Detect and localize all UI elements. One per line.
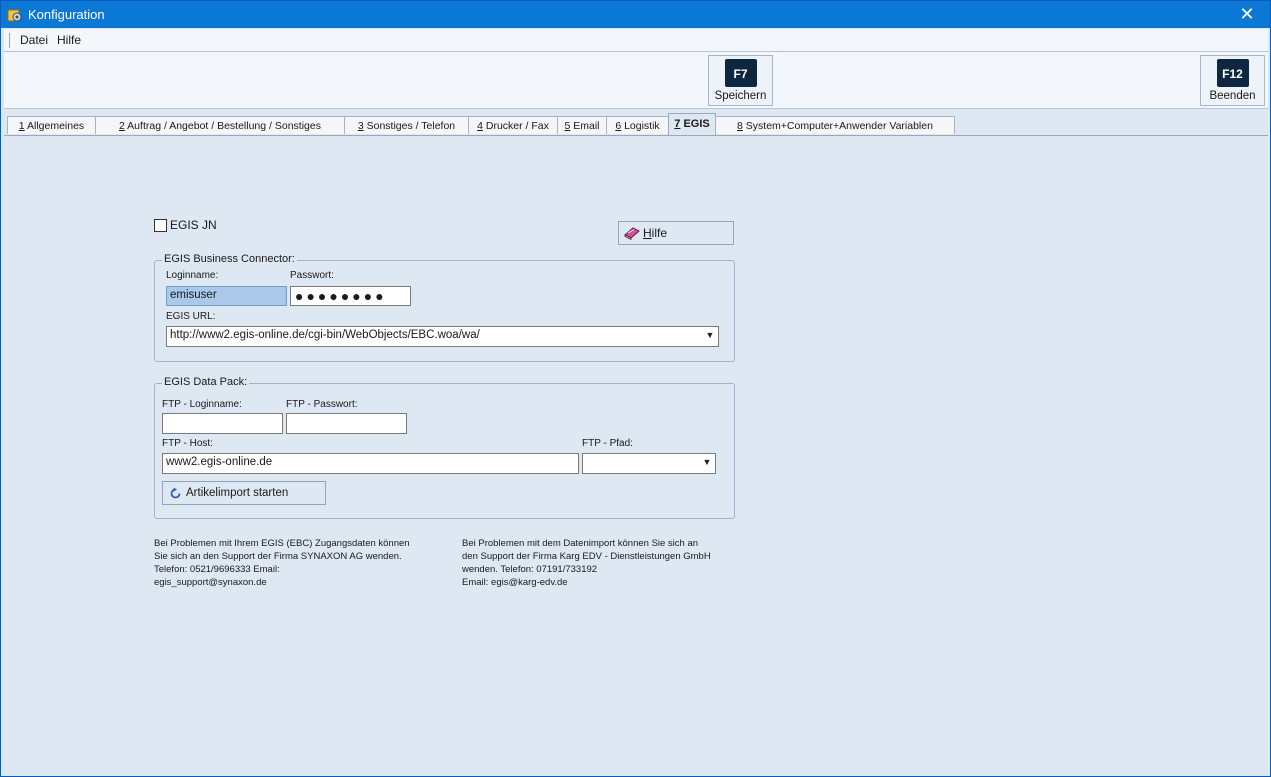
karg-support-note: Bei Problemen mit dem Datenimport können… <box>462 538 711 588</box>
tab-strip: 1 Allgemeines 2 Auftrag / Angebot / Best… <box>4 109 1268 136</box>
tab-label: Email <box>570 120 600 132</box>
business-connector-group: EGIS Business Connector: Loginname: Pass… <box>154 253 735 362</box>
tab-logistik[interactable]: 6 Logistik <box>606 116 669 134</box>
url-dropdown-icon[interactable]: ▼ <box>702 327 718 346</box>
config-window: Konfiguration ✕ Datei Hilfe F7 Speichern… <box>0 0 1271 777</box>
business-connector-legend: EGIS Business Connector: <box>162 253 297 265</box>
ftp-path-select[interactable]: ▼ <box>582 453 716 474</box>
app-gear-icon <box>7 9 22 22</box>
tab-label: Logistik <box>621 120 660 132</box>
exit-button[interactable]: F12 Beenden <box>1200 55 1265 106</box>
tab-drucker-fax[interactable]: 4 Drucker / Fax <box>468 116 558 134</box>
ftp-login-input[interactable] <box>162 413 283 434</box>
tab-allgemeines[interactable]: 1 Allgemeines <box>7 116 96 134</box>
tab-label: Sonstiges / Telefon <box>363 120 456 132</box>
url-label: EGIS URL: <box>166 311 216 322</box>
save-button[interactable]: F7 Speichern <box>708 55 773 106</box>
toolbar: F7 Speichern F12 Beenden <box>4 52 1268 109</box>
exit-label: Beenden <box>1209 90 1256 102</box>
menu-grip <box>9 33 13 48</box>
ftp-host-label: FTP - Host: <box>162 438 213 449</box>
login-label: Loginname: <box>166 270 219 281</box>
window-title: Konfiguration <box>28 7 105 22</box>
password-input[interactable]: ●●●●●●●● <box>290 286 411 306</box>
help-button[interactable]: Hilfe <box>618 221 734 245</box>
ftp-host-input[interactable]: www2.egis-online.de <box>162 453 579 474</box>
close-icon[interactable]: ✕ <box>1224 1 1270 28</box>
tab-sonstiges-telefon[interactable]: 3 Sonstiges / Telefon <box>344 116 469 134</box>
ftp-password-label: FTP - Passwort: <box>286 399 358 410</box>
ftp-host-value: www2.egis-online.de <box>166 456 273 468</box>
tab-system-variablen[interactable]: 8 System+Computer+Anwender Variablen <box>715 116 955 134</box>
egis-jn-checkbox[interactable] <box>154 219 167 232</box>
f12-key-icon: F12 <box>1216 59 1249 87</box>
tab-label: System+Computer+Anwender Variablen <box>742 120 933 132</box>
password-dots: ●●●●●●●● <box>295 288 387 304</box>
save-label: Speichern <box>714 90 767 102</box>
tab-label: Drucker / Fax <box>482 120 549 132</box>
ftp-path-dropdown-icon[interactable]: ▼ <box>699 454 715 473</box>
tab-egis[interactable]: 7 EGIS <box>668 113 716 135</box>
tab-auftrag[interactable]: 2 Auftrag / Angebot / Bestellung / Sonst… <box>95 116 345 134</box>
refresh-icon <box>170 487 181 499</box>
menu-bar: Datei Hilfe <box>4 29 1268 52</box>
egis-jn-label: EGIS JN <box>170 218 217 232</box>
url-value: http://www2.egis-online.de/cgi-bin/WebOb… <box>170 329 480 341</box>
article-import-label: Artikelimport starten <box>186 487 289 499</box>
ftp-password-input[interactable] <box>286 413 407 434</box>
tab-label: Auftrag / Angebot / Bestellung / Sonstig… <box>124 120 321 132</box>
article-import-button[interactable]: Artikelimport starten <box>162 481 326 505</box>
help-rest: ilfe <box>651 226 668 240</box>
book-icon <box>624 227 640 240</box>
ftp-login-label: FTP - Loginname: <box>162 399 242 410</box>
title-bar: Konfiguration ✕ <box>1 1 1270 28</box>
url-select[interactable]: http://www2.egis-online.de/cgi-bin/WebOb… <box>166 326 719 347</box>
synaxon-support-note: Bei Problemen mit Ihrem EGIS (EBC) Zugan… <box>154 538 410 588</box>
login-value: emisuser <box>170 289 217 301</box>
help-accel: H <box>643 226 652 240</box>
egis-panel: EGIS JN Hilfe EGIS Business Connector: L… <box>4 136 1268 774</box>
tab-label: EGIS <box>680 118 710 130</box>
tab-email[interactable]: 5 Email <box>557 116 607 134</box>
login-input[interactable]: emisuser <box>166 286 287 306</box>
ftp-path-label: FTP - Pfad: <box>582 438 633 449</box>
f7-key-icon: F7 <box>724 59 757 87</box>
password-label: Passwort: <box>290 270 334 281</box>
menu-hilfe[interactable]: Hilfe <box>57 33 81 47</box>
data-pack-legend: EGIS Data Pack: <box>162 376 250 388</box>
help-button-label: Hilfe <box>643 226 667 240</box>
menu-datei[interactable]: Datei <box>20 33 48 47</box>
tab-label: Allgemeines <box>24 120 85 132</box>
